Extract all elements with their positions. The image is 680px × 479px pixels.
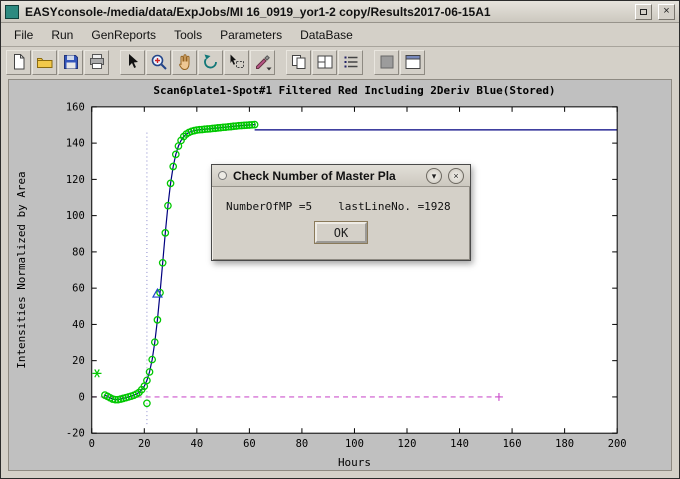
dialog-field-lastlineno: lastLineNo. =1928 (338, 200, 451, 213)
app-icon[interactable] (5, 5, 19, 19)
svg-text:20: 20 (138, 438, 151, 450)
open-folder-icon[interactable] (32, 50, 57, 75)
svg-text:60: 60 (243, 438, 256, 450)
svg-text:40: 40 (191, 438, 204, 450)
svg-text:40: 40 (72, 319, 85, 331)
copy-icon[interactable] (286, 50, 311, 75)
toolbar-separator (110, 50, 119, 75)
dialog-body: NumberOfMP =5 lastLineNo. =1928 (212, 187, 470, 213)
svg-text:Hours: Hours (338, 456, 371, 469)
legend-list-icon[interactable] (338, 50, 363, 75)
svg-text:140: 140 (66, 138, 85, 150)
titlebar[interactable]: EASYconsole-/media/data/ExpJobs/MI 16_09… (1, 1, 679, 23)
new-file-icon[interactable] (6, 50, 31, 75)
svg-text:160: 160 (66, 101, 85, 113)
save-icon[interactable] (58, 50, 83, 75)
figure-area[interactable]: 0 20 40 60 80 100 120 140 160 180 200 -20 0 20 40 60 80 1… (8, 79, 672, 471)
dialog-check-number-of-master-plates: Check Number of Master Pla ▾ × NumberOfM… (211, 164, 471, 261)
toolbar-separator (364, 50, 373, 75)
plot-canvas[interactable]: 0 20 40 60 80 100 120 140 160 180 200 -20 0 20 40 60 80 1… (9, 80, 671, 470)
svg-text:-20: -20 (66, 428, 85, 440)
window-title: EASYconsole-/media/data/ExpJobs/MI 16_09… (25, 5, 629, 19)
svg-text:Intensities Normalized by Area: Intensities Normalized by Area (15, 171, 28, 368)
svg-text:60: 60 (72, 283, 85, 295)
svg-text:20: 20 (72, 355, 85, 367)
menu-item-database[interactable]: DataBase (291, 24, 362, 46)
brush-dropdown-icon[interactable] (250, 50, 275, 75)
svg-text:80: 80 (72, 246, 85, 258)
print-icon[interactable] (84, 50, 109, 75)
select-region-icon[interactable] (224, 50, 249, 75)
swatch-icon[interactable] (374, 50, 399, 75)
menu-item-genreports[interactable]: GenReports (82, 24, 165, 46)
window-frame-icon[interactable] (400, 50, 425, 75)
cursor-icon[interactable] (120, 50, 145, 75)
menu-item-file[interactable]: File (5, 24, 42, 46)
toolbar-separator (276, 50, 285, 75)
toolbar (1, 47, 679, 77)
svg-text:100: 100 (66, 210, 85, 222)
close-button[interactable]: × (658, 4, 675, 20)
dialog-title: Check Number of Master Pla (233, 169, 420, 183)
maximize-icon (640, 9, 647, 15)
svg-text:0: 0 (78, 391, 84, 403)
svg-text:120: 120 (66, 174, 85, 186)
dialog-ok-button[interactable]: OK (315, 222, 367, 243)
menubar: FileRunGenReportsToolsParametersDataBase (1, 23, 679, 47)
svg-text:0: 0 (89, 438, 95, 450)
dialog-close-button[interactable]: × (448, 168, 464, 184)
app-window: EASYconsole-/media/data/ExpJobs/MI 16_09… (0, 0, 680, 479)
svg-text:140: 140 (450, 438, 469, 450)
subplots-icon[interactable] (312, 50, 337, 75)
menu-item-run[interactable]: Run (42, 24, 82, 46)
svg-text:180: 180 (555, 438, 574, 450)
menu-item-parameters[interactable]: Parameters (211, 24, 291, 46)
pan-hand-icon[interactable] (172, 50, 197, 75)
menu-item-tools[interactable]: Tools (165, 24, 211, 46)
dialog-collapse-button[interactable]: ▾ (426, 168, 442, 184)
dialog-field-numberofmp: NumberOfMP =5 (226, 200, 312, 213)
svg-text:160: 160 (503, 438, 522, 450)
svg-text:120: 120 (398, 438, 417, 450)
svg-text:200: 200 (608, 438, 627, 450)
chart-title: Scan6plate1-Spot#1 Filtered Red Includin… (153, 84, 555, 97)
rotate-icon[interactable] (198, 50, 223, 75)
maximize-button[interactable] (635, 4, 652, 20)
svg-text:100: 100 (345, 438, 364, 450)
zoom-in-icon[interactable] (146, 50, 171, 75)
dialog-titlebar[interactable]: Check Number of Master Pla ▾ × (212, 165, 470, 187)
svg-text:80: 80 (296, 438, 309, 450)
dialog-app-icon (218, 171, 227, 180)
